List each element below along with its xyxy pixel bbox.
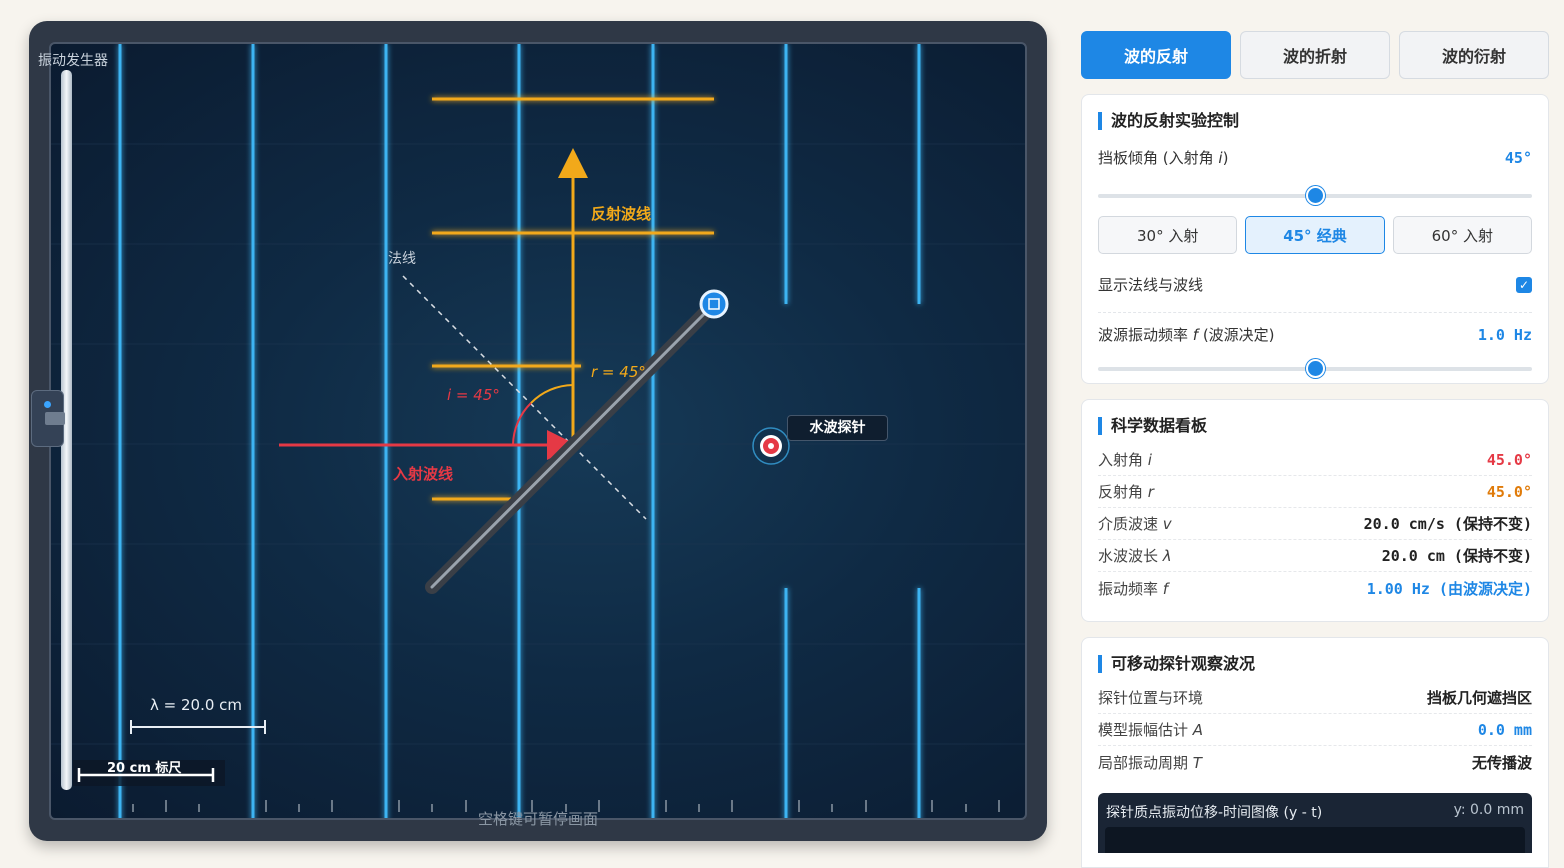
preset-45-button[interactable]: 45° 经典 <box>1245 216 1385 254</box>
tab-reflection[interactable]: 波的反射 <box>1081 31 1231 79</box>
reflected-ray-label: 反射波线 <box>591 205 652 223</box>
preset-60-button[interactable]: 60° 入射 <box>1392 216 1532 254</box>
angle-row: 挡板倾角 (入射角 i) 45° <box>1098 147 1532 168</box>
barrier-rotate-handle[interactable] <box>699 289 729 319</box>
angle-r-label: r = 45° <box>591 363 646 381</box>
tab-refraction[interactable]: 波的折射 <box>1240 31 1390 79</box>
preset-30-button[interactable]: 30° 入射 <box>1098 216 1238 254</box>
tab-diffraction[interactable]: 波的衍射 <box>1399 31 1549 79</box>
probe-rows: 探针位置与环境 挡板几何遮挡区 模型振幅估计 A 0.0 mm 局部振动周期 T 无传… <box>1098 682 1532 778</box>
experiment-tabs: 波的反射 波的折射 波的衍射 <box>1081 31 1549 79</box>
data-row-frequency: 振动频率 f 1.00 Hz (由波源决定) <box>1098 579 1532 598</box>
angle-r-arc <box>530 384 574 404</box>
data-row-wave-speed: 介质波速 v 20.0 cm/s (保持不变) <box>1098 508 1532 540</box>
generator-indicator-icon <box>44 401 51 408</box>
freq-label: 波源振动频率 f (波源决定) <box>1098 326 1275 344</box>
angle-i-arc <box>512 402 532 446</box>
graph-plot-area <box>1105 827 1525 853</box>
generator-handle[interactable] <box>31 390 65 447</box>
generator-knob[interactable] <box>45 412 65 425</box>
freq-slider[interactable] <box>1098 359 1532 378</box>
probe-card-title: 可移动探针观察波况 <box>1098 655 1532 673</box>
probe-handle[interactable] <box>752 427 790 465</box>
probe-row-position: 探针位置与环境 挡板几何遮挡区 <box>1098 682 1532 714</box>
show-normal-label: 显示法线与波线 <box>1098 276 1204 294</box>
show-normal-checkbox[interactable]: ✓ <box>1516 276 1532 293</box>
generator-label: 振动发生器 <box>38 53 108 69</box>
lambda-scale <box>130 720 266 734</box>
show-normal-row: 显示法线与波线 ✓ <box>1098 274 1532 295</box>
angle-slider[interactable] <box>1098 186 1532 205</box>
data-row-incident-angle: 入射角 i 45.0° <box>1098 444 1532 476</box>
incident-ray-label: 入射波线 <box>393 465 454 483</box>
freq-value: 1.0 Hz <box>1477 325 1532 344</box>
angle-label: 挡板倾角 (入射角 i) <box>1098 149 1229 167</box>
probe-card: 可移动探针观察波况 探针位置与环境 挡板几何遮挡区 模型振幅估计 A 0.0 mm … <box>1081 637 1549 868</box>
data-board-title: 科学数据看板 <box>1098 417 1532 435</box>
graph-y-readout: y: 0.0 mm <box>1453 802 1524 818</box>
divider <box>1098 312 1532 313</box>
probe-yt-graph: 探针质点振动位移-时间图像 (y - t) y: 0.0 mm <box>1098 793 1532 853</box>
graph-title: 探针质点振动位移-时间图像 (y - t) <box>1106 805 1323 821</box>
freq-slider-thumb[interactable] <box>1305 359 1325 378</box>
scale-bar-label: 20 cm 标尺 <box>107 761 182 776</box>
data-row-reflect-angle: 反射角 r 45.0° <box>1098 476 1532 508</box>
probe-row-amplitude: 模型振幅估计 A 0.0 mm <box>1098 714 1532 746</box>
data-row-wavelength: 水波波长 λ 20.0 cm (保持不变) <box>1098 540 1532 572</box>
angle-value: 45° <box>1504 148 1532 167</box>
probe-label: 水波探针 <box>787 415 888 441</box>
control-card: 波的反射实验控制 挡板倾角 (入射角 i) 45° 30° 入射 45° 经典 … <box>1081 94 1549 384</box>
data-board-rows: 入射角 i 45.0° 反射角 r 45.0° 介质波速 v 20.0 cm/s (保… <box>1098 444 1532 604</box>
lambda-label: λ = 20.0 cm <box>150 696 243 714</box>
angle-slider-thumb[interactable] <box>1305 186 1325 205</box>
control-title: 波的反射实验控制 <box>1098 112 1532 130</box>
right-panel: 波的反射 波的折射 波的衍射 <box>1081 31 1549 79</box>
freq-row: 波源振动频率 f (波源决定) 1.0 Hz <box>1098 324 1532 345</box>
pause-hint: 空格键可暂停画面 <box>477 810 598 828</box>
probe-row-period: 局部振动周期 T 无传播波 <box>1098 753 1532 772</box>
angle-presets: 30° 入射 45° 经典 60° 入射 <box>1098 216 1532 254</box>
angle-i-label: i = 45° <box>447 386 500 404</box>
data-board-card: 科学数据看板 入射角 i 45.0° 反射角 r 45.0° 介质波速 v 20.0 … <box>1081 399 1549 622</box>
normal-label: 法线 <box>388 251 416 267</box>
